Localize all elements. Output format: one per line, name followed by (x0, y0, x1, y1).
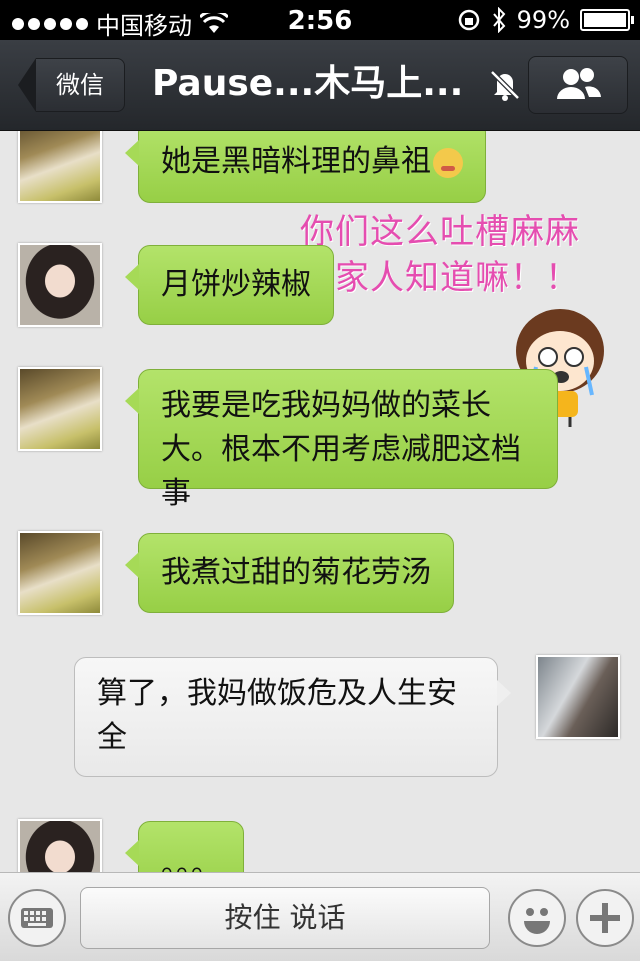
message-text: 算了，我妈做饭危及人生安全 (97, 676, 457, 755)
smiley-icon (524, 908, 550, 934)
laughing-emoji-icon (433, 147, 463, 178)
back-button[interactable]: 微信 (18, 58, 126, 112)
group-people-icon (557, 68, 601, 99)
avatar[interactable] (18, 531, 102, 615)
sticker-line-2: 你家人知道嘛！！ (300, 258, 580, 298)
message-bubble[interactable]: 她是黑暗料理的鼻祖 (125, 131, 486, 203)
battery-icon (580, 9, 634, 31)
message-bubble[interactable]: 我煮过甜的菊花劳汤 (125, 533, 454, 613)
mute-bell-icon (490, 70, 520, 101)
message-bubble[interactable]: 月饼炒辣椒 (125, 245, 334, 325)
sticker-line-1: 你们这么吐槽麻麻 (300, 212, 580, 252)
avatar[interactable] (18, 367, 102, 451)
status-right: 99% (457, 6, 634, 34)
keyboard-icon (21, 908, 53, 928)
message-text: 我煮过甜的菊花劳汤 (161, 555, 431, 590)
sticker-caption: 你们这么吐槽麻麻 你家人知道嘛！！ (300, 209, 635, 301)
battery-percent: 99% (516, 6, 570, 34)
message-bubble[interactable]: 我要是吃我妈妈做的菜长大。根本不用考虑减肥这档事 (125, 369, 558, 511)
navigation-bar: 微信 Pause...木马上... (0, 40, 640, 131)
chat-title: Pause...木马上... (152, 63, 464, 104)
input-bar: 按住 说话 (0, 872, 640, 961)
message-text: 月饼炒辣椒 (161, 267, 311, 302)
more-options-button[interactable] (576, 889, 634, 947)
avatar[interactable] (18, 243, 102, 327)
message-bubble[interactable]: 。。。 (125, 821, 244, 872)
message-text: 我要是吃我妈妈做的菜长大。根本不用考虑减肥这档事 (161, 388, 521, 511)
bluetooth-icon (492, 7, 506, 33)
keyboard-toggle-button[interactable] (8, 889, 66, 947)
chat-members-button[interactable] (528, 56, 628, 114)
message-bubble[interactable]: 算了，我妈做饭危及人生安全 (74, 657, 511, 777)
message-text: 她是黑暗料理的鼻祖 (161, 144, 431, 179)
chat-message-list[interactable]: 她是黑暗料理的鼻祖 你们这么吐槽麻麻 你家人知道嘛！！ 月饼炒辣椒 我要是吃我妈… (0, 131, 640, 872)
back-button-label: 微信 (36, 58, 125, 112)
rotation-lock-icon (458, 9, 479, 31)
status-bar: 中国移动 2:56 99% (0, 0, 640, 40)
message-text: 。。。 (161, 848, 221, 872)
emoji-button[interactable] (508, 889, 566, 947)
hold-to-talk-button[interactable]: 按住 说话 (80, 887, 490, 949)
plus-icon (590, 903, 620, 933)
back-arrow-icon (18, 58, 36, 112)
avatar[interactable] (18, 131, 102, 203)
avatar[interactable] (18, 819, 102, 872)
my-avatar[interactable] (536, 655, 620, 739)
